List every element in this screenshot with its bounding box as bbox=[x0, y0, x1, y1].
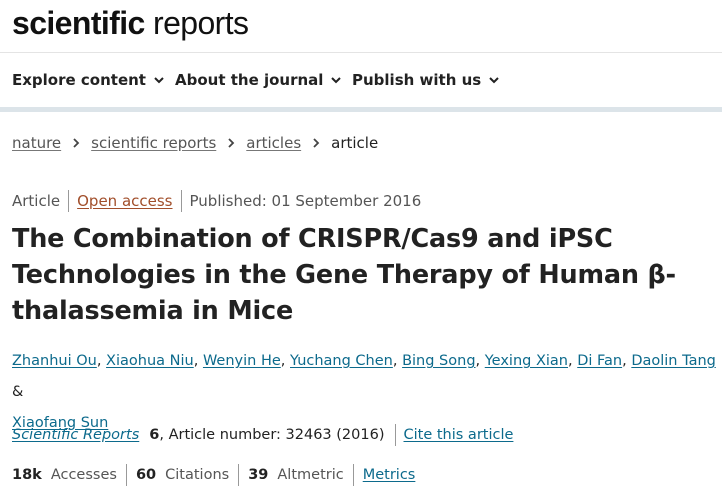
chevron-down-icon bbox=[153, 74, 165, 86]
author-link[interactable]: Yexing Xian bbox=[485, 353, 568, 369]
author-link[interactable]: Di Fan bbox=[577, 353, 622, 369]
open-access-link[interactable]: Open access bbox=[77, 192, 172, 210]
cite-this-article-link[interactable]: Cite this article bbox=[404, 427, 514, 443]
breadcrumb-current: article bbox=[331, 134, 379, 152]
nav-publish-with-us-label: Publish with us bbox=[352, 71, 482, 89]
author-separator: , bbox=[568, 353, 573, 369]
metrics-divider bbox=[125, 464, 127, 486]
chevron-down-icon bbox=[330, 74, 342, 86]
author-link[interactable]: Yuchang Chen bbox=[290, 353, 393, 369]
metrics-divider bbox=[352, 464, 354, 486]
nav-explore-content-label: Explore content bbox=[12, 71, 146, 89]
article-metrics: 18k Accesses 60 Citations 39 Altmetric M… bbox=[12, 464, 415, 486]
meta-divider bbox=[68, 190, 70, 212]
citations-count: 60 bbox=[135, 467, 157, 483]
logo-bold-text: scientific bbox=[12, 5, 145, 41]
author-separator: , bbox=[193, 353, 199, 369]
accesses-count: 18k bbox=[12, 467, 42, 483]
article-title: The Combination of CRISPR/Cas9 and iPSC … bbox=[12, 224, 676, 326]
metrics-divider bbox=[238, 464, 240, 486]
volume-number: 6 bbox=[149, 427, 160, 443]
author-separator: , bbox=[392, 353, 398, 369]
author-separator: , bbox=[475, 353, 481, 369]
chevron-down-icon bbox=[488, 74, 500, 86]
breadcrumb-nature[interactable]: nature bbox=[12, 134, 61, 152]
author-link[interactable]: Zhanhui Ou bbox=[12, 353, 97, 369]
nav-about-journal-label: About the journal bbox=[175, 71, 324, 89]
accesses-label: Accesses bbox=[50, 467, 117, 483]
article-number: , Article number: 32463 (2016) bbox=[159, 427, 385, 443]
breadcrumb-scientific-reports[interactable]: scientific reports bbox=[91, 134, 216, 152]
nav-explore-content[interactable]: Explore content bbox=[12, 71, 165, 89]
chevron-right-icon bbox=[310, 137, 322, 149]
author-link[interactable]: Daolin Tang bbox=[631, 353, 716, 369]
metrics-link[interactable]: Metrics bbox=[363, 467, 416, 483]
nav-about-journal[interactable]: About the journal bbox=[175, 71, 342, 89]
site-header: scientific reports bbox=[0, 0, 722, 53]
nav-publish-with-us[interactable]: Publish with us bbox=[352, 71, 500, 89]
citations-label: Citations bbox=[165, 467, 230, 483]
author-link[interactable]: Wenyin He bbox=[203, 353, 281, 369]
citation-line: Scientific Reports 6, Article number: 32… bbox=[12, 424, 513, 446]
nav-divider bbox=[0, 107, 722, 112]
author-separator: , bbox=[280, 353, 286, 369]
altmetric-score: 39 bbox=[248, 467, 269, 483]
breadcrumb-articles[interactable]: articles bbox=[246, 134, 301, 152]
article-meta: Article Open access Published: 01 Septem… bbox=[12, 190, 421, 212]
journal-link[interactable]: Scientific Reports bbox=[12, 427, 139, 443]
breadcrumb: nature scientific reports articles artic… bbox=[12, 134, 378, 152]
chevron-right-icon bbox=[70, 137, 82, 149]
journal-logo[interactable]: scientific reports bbox=[12, 3, 249, 43]
altmetric-label: Altmetric bbox=[277, 467, 344, 483]
published-date: Published: 01 September 2016 bbox=[189, 192, 422, 210]
author-link[interactable]: Bing Song bbox=[402, 353, 475, 369]
author-separator: , bbox=[622, 353, 627, 369]
article-type: Article bbox=[12, 192, 61, 210]
author-ampersand: & bbox=[12, 384, 24, 400]
logo-light-text: reports bbox=[144, 5, 249, 41]
journal-nav: Explore content About the journal Publis… bbox=[0, 53, 722, 107]
author-link[interactable]: Xiaohua Niu bbox=[106, 353, 194, 369]
citation-divider bbox=[394, 424, 396, 446]
meta-divider bbox=[180, 190, 182, 212]
chevron-right-icon bbox=[225, 137, 237, 149]
author-separator: , bbox=[96, 353, 102, 369]
